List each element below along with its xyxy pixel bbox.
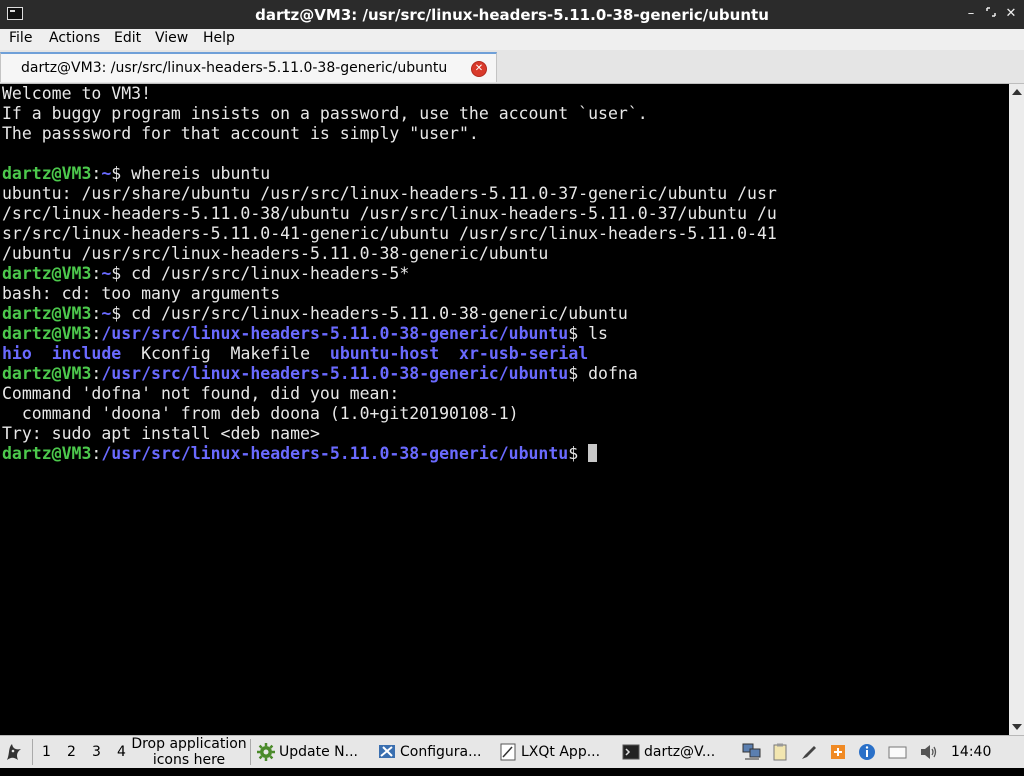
command-text: cd /usr/src/linux-headers-5.11.0-38-gene… (121, 304, 628, 323)
terminal-line: command 'doona' from deb doona (1.0+git2… (2, 404, 519, 423)
terminal-line: /src/linux-headers-5.11.0-38/ubuntu /usr… (2, 204, 777, 223)
prompt-user: dartz@VM3 (2, 164, 92, 183)
drop-hint-line2: icons here (152, 752, 226, 768)
taskbar: 1 2 3 4 Drop application icons here Upda… (0, 735, 1024, 768)
prompt-path: /usr/src/linux-headers-5.11.0-38-generic… (101, 324, 569, 343)
task-label: Configura... (400, 744, 482, 760)
desktop-3-button[interactable]: 3 (92, 744, 101, 776)
document-icon (499, 743, 517, 761)
command-text: ls (578, 324, 608, 343)
terminal-line: ubuntu: /usr/share/ubuntu /usr/src/linux… (2, 184, 777, 203)
menu-help[interactable]: Help (203, 30, 235, 46)
terminal-line: dartz@VM3:~$ whereis ubuntu (2, 164, 271, 183)
quicklaunch-drop-area[interactable]: Drop application icons here (130, 736, 248, 768)
prompt-path: /usr/src/linux-headers-5.11.0-38-generic… (101, 364, 569, 383)
menu-view[interactable]: View (155, 30, 188, 46)
menu-actions[interactable]: Actions (49, 30, 100, 46)
terminal-line: If a buggy program insists on a password… (2, 104, 648, 123)
terminal-output[interactable]: Welcome to VM3! If a buggy program insis… (0, 84, 1009, 735)
drop-hint-line1: Drop application (131, 736, 247, 752)
ls-directory: include (51, 344, 122, 363)
command-text: cd /usr/src/linux-headers-5* (121, 264, 410, 283)
pen-icon[interactable] (800, 743, 818, 761)
terminal-line: Welcome to VM3! (2, 84, 152, 103)
tab-label: dartz@VM3: /usr/src/linux-headers-5.11.0… (21, 60, 448, 76)
prompt-path: /usr/src/linux-headers-5.11.0-38-generic… (101, 444, 569, 463)
task-label: dartz@V... (644, 744, 716, 760)
task-update-notifier[interactable]: Update N... (257, 736, 369, 768)
start-menu-icon[interactable] (4, 741, 26, 773)
terminal-line: sr/src/linux-headers-5.11.0-41-generic/u… (2, 224, 777, 243)
clipboard-icon[interactable] (771, 743, 789, 761)
settings-icon (378, 743, 396, 761)
prompt-user: dartz@VM3 (2, 264, 92, 283)
maximize-button[interactable] (982, 5, 1000, 23)
prompt-path: ~ (101, 304, 112, 323)
clock[interactable]: 14:40 (951, 744, 991, 776)
menu-edit[interactable]: Edit (114, 30, 141, 46)
close-window-button[interactable]: ✕ (1002, 5, 1020, 23)
terminal-line: bash: cd: too many arguments (2, 284, 281, 303)
terminal-line: Command 'dofna' not found, did you mean: (2, 384, 400, 403)
terminal-line: dartz@VM3:/usr/src/linux-headers-5.11.0-… (2, 324, 608, 343)
task-lxqt-app[interactable]: LXQt App... (499, 736, 611, 768)
window-titlebar[interactable]: dartz@VM3: /usr/src/linux-headers-5.11.0… (0, 0, 1024, 29)
prompt-user: dartz@VM3 (2, 324, 92, 343)
terminal-line: dartz@VM3:~$ cd /usr/src/linux-headers-5… (2, 304, 628, 323)
ls-file: Kconfig (141, 344, 211, 363)
terminal-scrollbar[interactable] (1009, 84, 1024, 735)
window-title: dartz@VM3: /usr/src/linux-headers-5.11.0… (255, 6, 769, 24)
terminal-cursor (588, 444, 598, 462)
network-icon[interactable] (742, 743, 761, 761)
terminal-line: dartz@VM3:~$ cd /usr/src/linux-headers-5… (2, 264, 410, 283)
desktop-2-button[interactable]: 2 (67, 744, 76, 776)
scroll-down-icon[interactable] (1012, 724, 1022, 730)
terminal-text: Welcome to VM3! If a buggy program insis… (2, 84, 777, 464)
tab-terminal[interactable]: dartz@VM3: /usr/src/linux-headers-5.11.0… (0, 52, 497, 82)
prompt-path: ~ (101, 264, 112, 283)
terminal-line: dartz@VM3:/usr/src/linux-headers-5.11.0-… (2, 444, 598, 463)
prompt-path: ~ (101, 164, 112, 183)
desktop-1-button[interactable]: 1 (42, 744, 51, 776)
ls-directory: ubuntu-host (329, 344, 440, 363)
notes-icon[interactable] (829, 743, 847, 761)
terminal-line: hio include Kconfig Makefile ubuntu-host… (2, 344, 588, 363)
prompt-user: dartz@VM3 (2, 364, 92, 383)
command-text: whereis ubuntu (121, 164, 271, 183)
task-label: LXQt App... (521, 744, 601, 760)
task-terminal[interactable]: dartz@V... (622, 736, 734, 768)
terminal-line: Try: sudo apt install <deb name> (2, 424, 320, 443)
scroll-up-icon[interactable] (1012, 89, 1022, 95)
tab-close-icon[interactable]: ✕ (471, 61, 487, 77)
terminal-line: The passsword for that account is simply… (2, 124, 479, 143)
command-text: dofna (578, 364, 638, 383)
battery-icon[interactable] (888, 743, 907, 761)
task-label: Update N... (279, 744, 358, 760)
menu-file[interactable]: File (9, 30, 32, 46)
minimize-button[interactable]: – (962, 5, 980, 23)
task-configuration[interactable]: Configura... (378, 736, 490, 768)
info-icon[interactable] (858, 743, 876, 761)
terminal-icon (622, 743, 640, 761)
tab-bar: dartz@VM3: /usr/src/linux-headers-5.11.0… (0, 50, 1024, 84)
desktop-4-button[interactable]: 4 (117, 744, 126, 776)
terminal-line: dartz@VM3:/usr/src/linux-headers-5.11.0-… (2, 364, 638, 383)
prompt-user: dartz@VM3 (2, 304, 92, 323)
ls-file: Makefile (230, 344, 311, 363)
gear-update-icon (257, 743, 275, 761)
command-text (578, 444, 588, 463)
terminal-line: /ubuntu /usr/src/linux-headers-5.11.0-38… (2, 244, 549, 263)
menubar: File Actions Edit View Help (0, 29, 1024, 50)
ls-directory: xr-usb-serial (459, 344, 589, 363)
prompt-user: dartz@VM3 (2, 444, 92, 463)
ls-directory: hio (2, 344, 32, 363)
volume-icon[interactable] (919, 743, 937, 761)
